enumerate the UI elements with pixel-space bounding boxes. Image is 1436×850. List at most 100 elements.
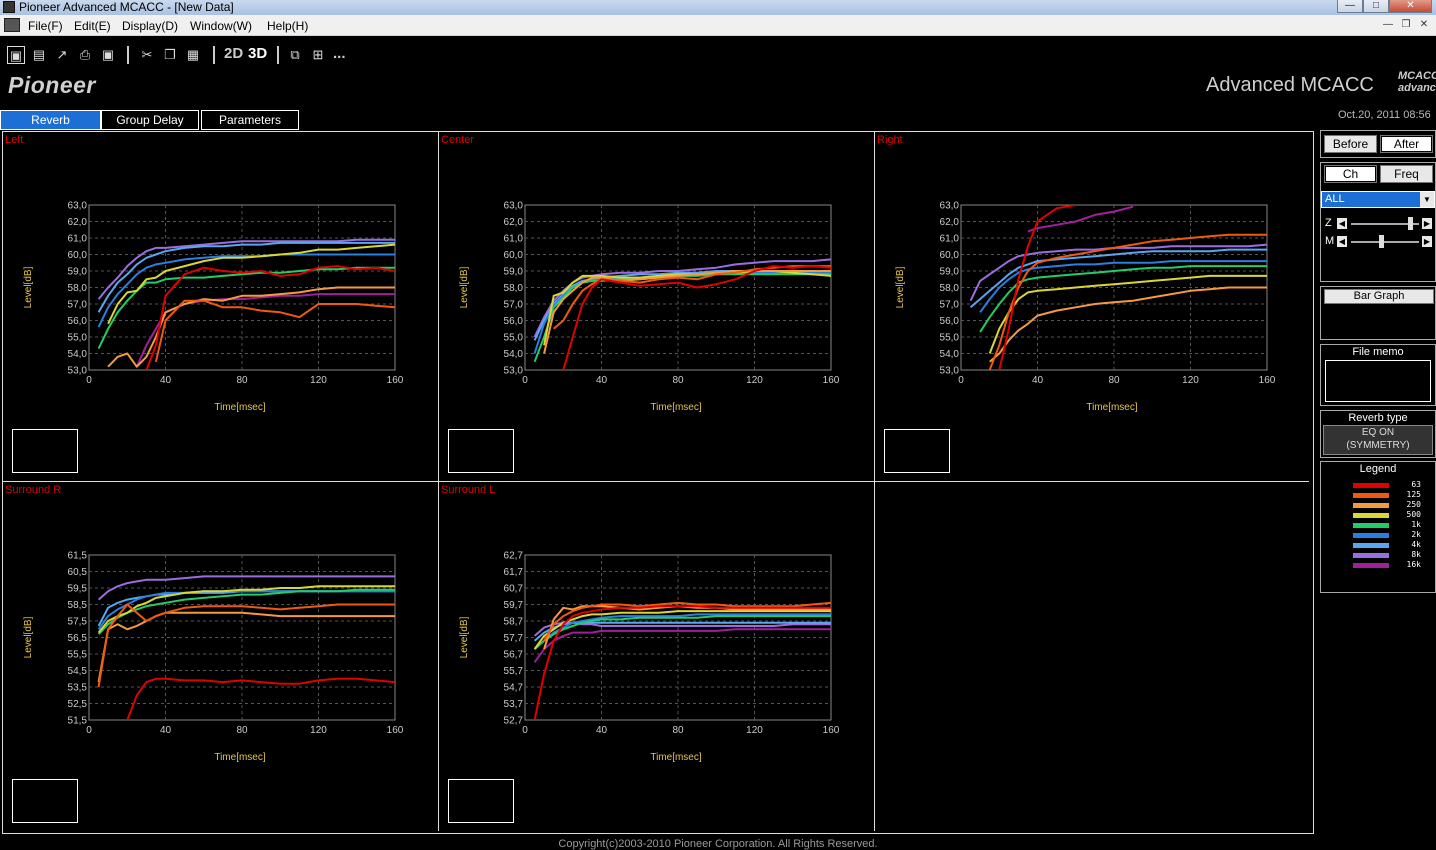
y-tick-label: 56,0: [940, 316, 960, 327]
reverb-type-group: Reverb type EQ ON (SYMMETRY): [1320, 410, 1436, 458]
m-track: [1351, 241, 1419, 243]
x-axis-label: Time[msec]: [650, 752, 702, 763]
close-icon[interactable]: ✕: [1389, 0, 1432, 13]
graph-area: Left 53,0 54,0 55,0 56,0 57,0 58,0 59,0 60,0 61,0…: [2, 131, 1314, 834]
mode-2d-button[interactable]: 2D: [224, 45, 243, 62]
m-slider[interactable]: M ◀ ▶: [1325, 235, 1433, 249]
document-icon[interactable]: [4, 18, 20, 32]
legend-item: 1k: [1353, 520, 1433, 530]
x-axis-label: Time[msec]: [650, 402, 702, 413]
series-line-125: [154, 299, 395, 363]
y-tick-label: 55,7: [504, 666, 524, 677]
channel-select[interactable]: ALL ▼: [1321, 191, 1435, 208]
toolbar-separator: [277, 46, 279, 64]
zoom-left-arrow[interactable]: ◀: [1337, 218, 1347, 229]
x-tick-label: 80: [672, 725, 684, 736]
save-icon[interactable]: ▤: [30, 46, 48, 64]
after-button[interactable]: After: [1380, 135, 1433, 153]
menu-file[interactable]: File(F): [28, 19, 63, 33]
legend-swatch: [1353, 553, 1389, 558]
minimize-icon[interactable]: —: [1337, 0, 1363, 13]
print-icon[interactable]: ⎙: [76, 46, 94, 64]
cascade-icon[interactable]: ⧉: [286, 46, 304, 64]
y-tick-label: 60,0: [504, 250, 524, 261]
legend-item: 63: [1353, 480, 1433, 490]
doc-restore-icon[interactable]: ❐: [1398, 18, 1414, 32]
y-tick-label: 62,7: [504, 551, 524, 562]
x-tick-label: 40: [596, 375, 608, 386]
freq-button[interactable]: Freq: [1380, 165, 1433, 183]
y-tick-label: 53,0: [68, 366, 88, 377]
reverb-chart: 53,0 54,0 55,0 56,0 57,0 58,0 59,0 60,0 61,0 62,0…: [459, 201, 840, 414]
m-right-arrow[interactable]: ▶: [1422, 236, 1432, 247]
menu-help[interactable]: Help(H): [267, 19, 308, 33]
y-tick-label: 54,0: [940, 349, 960, 360]
reverb-type-line1: EQ ON: [1361, 427, 1395, 438]
y-tick-label: 57,5: [68, 617, 88, 628]
ch-button[interactable]: Ch: [1324, 165, 1377, 183]
legend-swatch: [1353, 493, 1389, 498]
menu-edit[interactable]: Edit(E): [74, 19, 111, 33]
tab-reverb[interactable]: Reverb: [0, 110, 101, 130]
menu-window[interactable]: Window(W): [190, 19, 252, 33]
y-tick-label: 62,0: [68, 217, 88, 228]
y-tick-label: 61,7: [504, 567, 524, 578]
y-tick-label: 61,0: [940, 234, 960, 245]
y-tick-label: 62,0: [940, 217, 960, 228]
tile-icon[interactable]: ⊞: [309, 46, 327, 64]
before-button[interactable]: Before: [1324, 135, 1377, 153]
zoom-thumb[interactable]: [1408, 217, 1414, 230]
chevron-down-icon[interactable]: ▼: [1420, 192, 1434, 207]
y-tick-label: 56,7: [504, 650, 524, 661]
y-tick-label: 61,0: [68, 234, 88, 245]
tab-group-delay[interactable]: Group Delay: [101, 110, 199, 130]
tab-parameters[interactable]: Parameters: [201, 110, 299, 130]
series-line-500: [97, 585, 395, 634]
y-tick-label: 56,0: [504, 316, 524, 327]
reverb-chart: 53,0 54,0 55,0 56,0 57,0 58,0 59,0 60,0 61,0 62,0…: [895, 201, 1276, 414]
legend-item-label: 63: [1411, 480, 1421, 489]
copy-icon[interactable]: ❐: [161, 46, 179, 64]
graph-panel: Left 53,0 54,0 55,0 56,0 57,0 58,0 59,0 60,0 61,0…: [3, 132, 439, 482]
series-line-16k: [1027, 205, 1134, 233]
doc-close-icon[interactable]: ✕: [1416, 18, 1432, 32]
zoom-right-arrow[interactable]: ▶: [1422, 218, 1432, 229]
graph-panel: Surround R 51,5 52,5 53,5 54,5 55,5 56,5 57,5 58…: [3, 482, 439, 831]
file-memo-group: File memo: [1320, 344, 1436, 406]
y-tick-label: 59,0: [940, 267, 960, 278]
open-icon[interactable]: ▣: [7, 46, 25, 64]
zoom-slider[interactable]: Z ◀ ▶: [1325, 217, 1433, 231]
y-tick-label: 62,0: [504, 217, 524, 228]
m-thumb[interactable]: [1378, 235, 1384, 248]
y-axis-label: Level[dB]: [895, 266, 906, 308]
legend-item-label: 500: [1406, 510, 1421, 519]
y-tick-label: 58,0: [504, 283, 524, 294]
graph-icon[interactable]: ↗: [53, 46, 71, 64]
cut-icon[interactable]: ✂: [138, 46, 156, 64]
y-tick-label: 60,5: [68, 567, 88, 578]
x-axis-label: Time[msec]: [1086, 402, 1138, 413]
m-left-arrow[interactable]: ◀: [1337, 236, 1347, 247]
y-tick-label: 54,0: [504, 349, 524, 360]
legend-item-label: 125: [1406, 490, 1421, 499]
legend-swatch: [1353, 523, 1389, 528]
channel-select-value: ALL: [1325, 193, 1345, 205]
bar-graph-button[interactable]: Bar Graph: [1324, 289, 1434, 304]
y-tick-label: 60,0: [940, 250, 960, 261]
legend-item: 2k: [1353, 530, 1433, 540]
reverb-chart: 51,5 52,5 53,5 54,5 55,5 56,5 57,5 58,5 59,5 60,5…: [23, 551, 404, 764]
series-line-250: [989, 286, 1267, 363]
more-button[interactable]: ...: [333, 45, 346, 62]
x-tick-label: 0: [86, 375, 92, 386]
menu-display[interactable]: Display(D): [122, 19, 178, 33]
maximize-icon[interactable]: □: [1363, 0, 1389, 13]
print-preview-icon[interactable]: ▣: [99, 46, 117, 64]
y-tick-label: 55,5: [68, 650, 88, 661]
paste-icon[interactable]: ▦: [184, 46, 202, 64]
mode-3d-button[interactable]: 3D: [248, 45, 267, 62]
series-line-250: [543, 270, 831, 354]
x-axis-label: Time[msec]: [214, 752, 266, 763]
file-memo-input[interactable]: [1325, 360, 1431, 402]
doc-minimize-icon[interactable]: —: [1380, 18, 1396, 32]
series-line-16k: [533, 628, 831, 663]
